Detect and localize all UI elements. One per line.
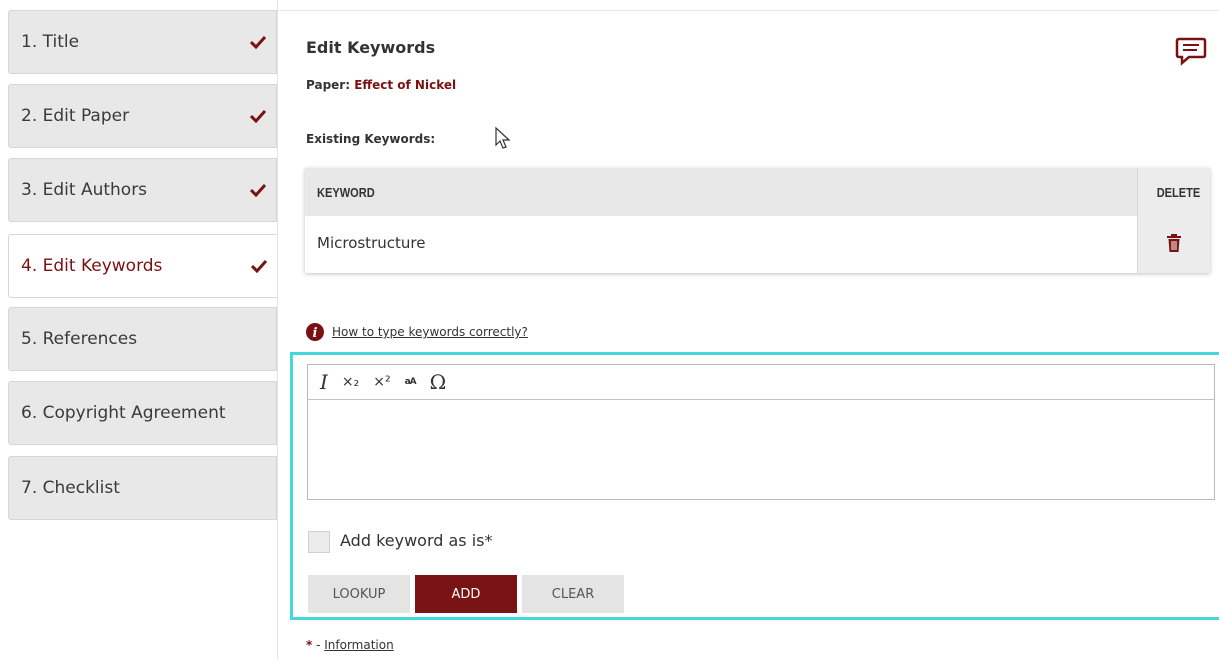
paper-info: Paper: Effect of Nickel [306, 78, 456, 92]
divider [278, 10, 1219, 11]
step-label: 1. Title [21, 32, 80, 52]
superscript-button[interactable]: ×² [373, 375, 390, 389]
step-copyright-agreement[interactable]: 6. Copyright Agreement [8, 381, 277, 445]
keyword-input[interactable] [308, 401, 1214, 500]
steps-sidebar: 1. Title 2. Edit Paper 3. Edit Authors 4… [0, 0, 277, 660]
step-edit-authors[interactable]: 3. Edit Authors [8, 158, 277, 222]
add-as-is-label: Add keyword as is* [340, 531, 493, 550]
step-label: 5. References [21, 329, 138, 349]
step-references[interactable]: 5. References [8, 307, 277, 371]
lookup-button[interactable]: LOOKUP [308, 575, 410, 613]
step-label: 4. Edit Keywords [21, 256, 163, 276]
paper-prefix: Paper: [306, 78, 351, 92]
checkmark-icon [250, 35, 266, 49]
step-checklist[interactable]: 7. Checklist [8, 456, 277, 520]
keyword-editor: I ×₂ ×² aA Ω [307, 364, 1215, 500]
help-link[interactable]: How to type keywords correctly? [332, 325, 528, 339]
clear-button[interactable]: CLEAR [522, 575, 624, 613]
step-edit-keywords[interactable]: 4. Edit Keywords [8, 234, 277, 298]
special-character-button[interactable]: Ω [430, 372, 447, 392]
checkmark-icon [251, 259, 267, 273]
step-title[interactable]: 1. Title [8, 10, 277, 74]
step-edit-paper[interactable]: 2. Edit Paper [8, 84, 277, 148]
small-caps-button[interactable]: aA [405, 377, 417, 387]
paper-title: Effect of Nickel [354, 78, 457, 92]
main-content: Edit Keywords Paper: Effect of Nickel Ex… [277, 0, 1219, 660]
step-label: 7. Checklist [21, 478, 120, 498]
table-header-overlay: DELETE [305, 168, 1210, 216]
trash-icon[interactable] [1166, 234, 1182, 252]
step-label: 6. Copyright Agreement [21, 403, 226, 423]
step-label: 3. Edit Authors [21, 180, 148, 200]
existing-keywords-label: Existing Keywords: [306, 132, 436, 146]
footnote-separator: - [312, 638, 325, 652]
footnote: * - Information [306, 638, 394, 652]
info-icon: i [306, 323, 324, 341]
add-as-is-checkbox[interactable] [308, 531, 330, 553]
editor-toolbar: I ×₂ ×² aA Ω [308, 365, 1214, 400]
keywords-table: KEYWORD DELETE Microstructure [305, 168, 1210, 273]
keyword-cell: Microstructure [317, 234, 426, 252]
italic-button[interactable]: I [320, 372, 328, 392]
keyword-entry-panel: I ×₂ ×² aA Ω Add keyword as is* LOOKUP A… [290, 352, 1219, 620]
column-header-delete: DELETE [1156, 185, 1200, 200]
checkmark-icon [250, 183, 266, 197]
checkmark-icon [250, 109, 266, 123]
step-label: 2. Edit Paper [21, 106, 130, 126]
comment-icon[interactable] [1175, 36, 1207, 66]
subscript-button[interactable]: ×₂ [342, 375, 359, 389]
page-title: Edit Keywords [306, 38, 436, 57]
add-button[interactable]: ADD [415, 575, 517, 613]
information-link[interactable]: Information [324, 638, 393, 652]
svg-text:i: i [313, 326, 318, 341]
mouse-cursor-icon [495, 126, 511, 149]
